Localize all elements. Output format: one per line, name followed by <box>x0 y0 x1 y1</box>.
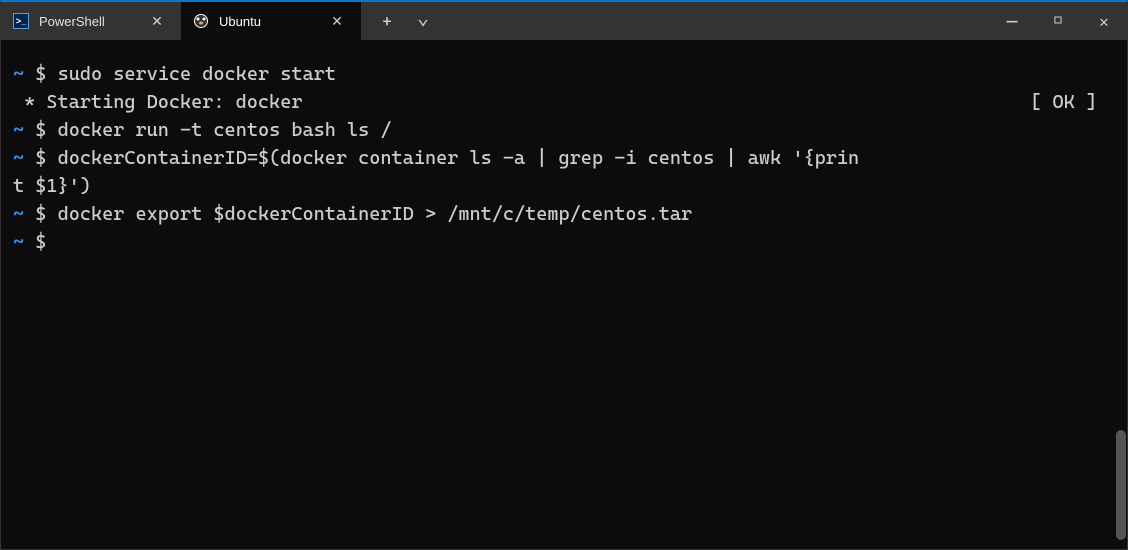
command-text: docker export $dockerContainerID > /mnt/… <box>58 203 693 225</box>
prompt-path: ~ <box>13 119 24 141</box>
titlebar-drag-area[interactable] <box>441 2 989 40</box>
status-ok: [ OK ] <box>1030 88 1097 116</box>
close-icon[interactable]: ✕ <box>145 9 169 33</box>
prompt-path: ~ <box>13 147 24 169</box>
scrollbar-thumb[interactable] <box>1116 430 1126 540</box>
prompt-path: ~ <box>13 203 24 225</box>
command-text: docker run -t centos bash ls / <box>58 119 392 141</box>
prompt-path: ~ <box>13 231 24 253</box>
tab-strip: >_ PowerShell ✕ Ubuntu ✕ <box>1 2 361 40</box>
command-text-wrap: t $1}') <box>13 175 91 197</box>
maximize-button[interactable]: □ <box>1035 2 1081 40</box>
dropdown-button[interactable]: ⌄ <box>405 2 441 40</box>
tab-ubuntu[interactable]: Ubuntu ✕ <box>181 2 361 40</box>
prompt-symbol: $ <box>35 63 46 85</box>
prompt-symbol: $ <box>35 231 46 253</box>
chevron-down-icon: ⌄ <box>417 5 429 29</box>
ubuntu-icon <box>193 13 209 29</box>
close-icon: ✕ <box>1099 12 1109 31</box>
titlebar: >_ PowerShell ✕ Ubuntu ✕ + ⌄ <box>1 2 1127 40</box>
window-controls: ─ □ ✕ <box>989 2 1127 40</box>
close-button[interactable]: ✕ <box>1081 2 1127 40</box>
prompt-symbol: $ <box>35 147 46 169</box>
tab-title: PowerShell <box>39 14 105 29</box>
maximize-icon: □ <box>1054 13 1062 29</box>
titlebar-actions: + ⌄ <box>369 2 441 40</box>
tab-title: Ubuntu <box>219 14 285 29</box>
close-icon[interactable]: ✕ <box>325 9 349 33</box>
prompt-path: ~ <box>13 63 24 85</box>
command-text: dockerContainerID=$(docker container ls … <box>58 147 860 169</box>
new-tab-button[interactable]: + <box>369 2 405 40</box>
command-text: sudo service docker start <box>58 63 336 85</box>
prompt-symbol: $ <box>35 119 46 141</box>
minimize-button[interactable]: ─ <box>989 2 1035 40</box>
minimize-icon: ─ <box>1007 12 1016 31</box>
output-text: * Starting Docker: docker <box>13 91 302 113</box>
terminal-output[interactable]: ~ $ sudo service docker start * Starting… <box>1 40 1127 266</box>
prompt-symbol: $ <box>35 203 46 225</box>
powershell-icon: >_ <box>13 13 29 29</box>
plus-icon: + <box>382 12 391 31</box>
tab-powershell[interactable]: >_ PowerShell ✕ <box>1 2 181 40</box>
